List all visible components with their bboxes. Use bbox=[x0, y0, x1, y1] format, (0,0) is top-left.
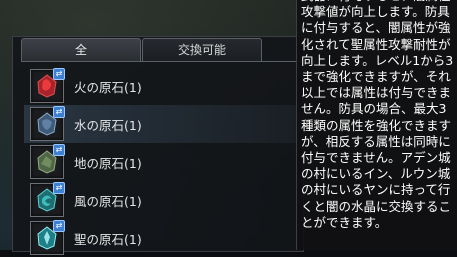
exchange-badge-icon: ⇄ bbox=[53, 144, 65, 156]
tab-all[interactable]: 全 bbox=[21, 38, 141, 61]
exchange-badge-icon: ⇄ bbox=[53, 106, 65, 118]
exchange-badge-icon: ⇄ bbox=[53, 68, 65, 80]
list-item[interactable]: ⇄ 水の原石(1) bbox=[24, 105, 300, 143]
list-item[interactable]: ⇄ 風の原石(1) bbox=[24, 181, 300, 219]
item-name: 風の原石(1) bbox=[74, 193, 142, 209]
item-name: 地の原石(1) bbox=[74, 155, 142, 171]
item-slot[interactable]: ⇄ bbox=[30, 182, 65, 217]
tab-exchangeable[interactable]: 交換可能 bbox=[142, 38, 262, 61]
tooltip-description: 武器に付与すると、闇属性攻撃値が向上します。防具に付与すると、闇属性が強化されて… bbox=[301, 0, 454, 230]
exchange-badge-icon: ⇄ bbox=[53, 220, 65, 232]
item-tooltip: 武器に付与すると、闇属性攻撃値が向上します。防具に付与すると、闇属性が強化されて… bbox=[296, 0, 457, 250]
list-item[interactable]: ⇄ 聖の原石(1) bbox=[24, 219, 300, 257]
item-name: 聖の原石(1) bbox=[74, 231, 142, 247]
list-item[interactable]: ⇄ 火の原石(1) bbox=[24, 67, 300, 105]
list-item[interactable]: ⇄ 地の原石(1) bbox=[24, 143, 300, 181]
tab-bar: 全 交換可能 bbox=[21, 38, 303, 62]
item-slot[interactable]: ⇄ bbox=[30, 106, 65, 141]
exchange-badge-icon: ⇄ bbox=[53, 182, 65, 194]
item-name: 水の原石(1) bbox=[74, 117, 142, 133]
tab-divider bbox=[21, 61, 301, 62]
item-slot[interactable]: ⇄ bbox=[30, 144, 65, 179]
item-list: ⇄ 火の原石(1) ⇄ 水の原石(1) ⇄ 地の原石(1) ⇄ 風の原石(1) … bbox=[24, 67, 300, 257]
item-name: 火の原石(1) bbox=[74, 79, 142, 95]
item-slot[interactable]: ⇄ bbox=[30, 68, 65, 103]
